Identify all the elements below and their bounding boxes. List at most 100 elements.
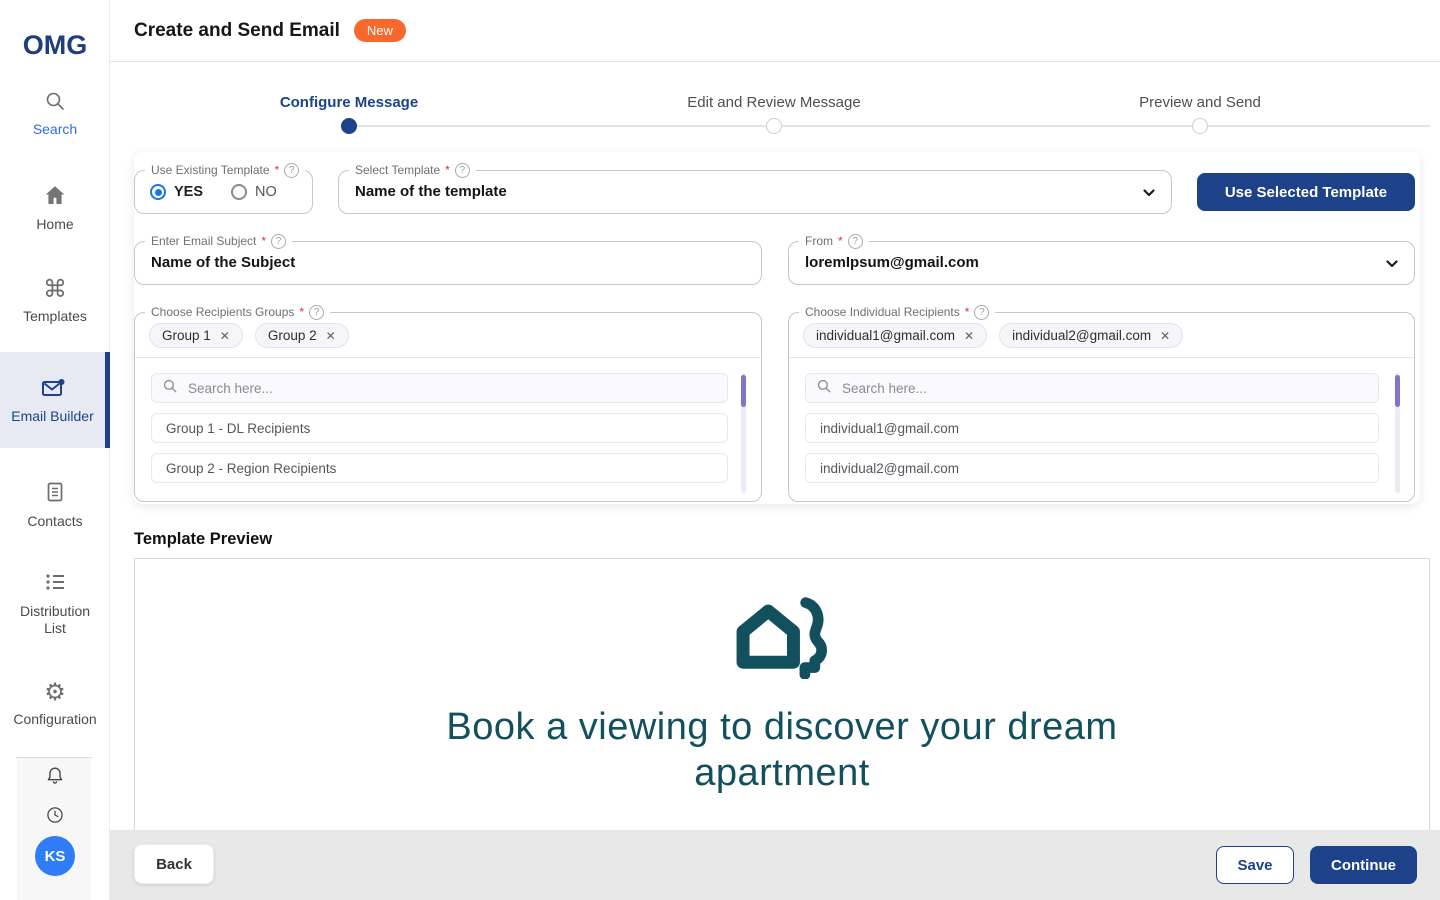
search-icon <box>162 378 178 399</box>
groups-scrollbar-thumb[interactable] <box>741 375 746 407</box>
help-icon[interactable]: ? <box>974 305 989 320</box>
sidebar-item-search[interactable]: Search <box>0 90 110 138</box>
footer-bar: Back Save Continue <box>110 830 1440 900</box>
selected-individuals-chips: individual1@gmail.com ✕ individual2@gmai… <box>803 323 1183 348</box>
configure-message-card: Use Existing Template * ? YES NO Select … <box>134 152 1420 504</box>
required-asterisk: * <box>838 233 843 250</box>
sidebar-item-templates[interactable]: ⌘ Templates <box>0 278 110 325</box>
email-icon <box>40 376 66 403</box>
save-button[interactable]: Save <box>1216 846 1294 884</box>
field-label-text: Enter Email Subject <box>151 233 256 250</box>
close-icon[interactable]: ✕ <box>1160 329 1170 343</box>
contacts-icon <box>43 480 67 507</box>
field-label: Choose Individual Recipients * ? <box>799 304 995 321</box>
chevron-down-icon[interactable] <box>1384 256 1400 277</box>
history-button[interactable] <box>0 805 110 830</box>
groups-search-input[interactable] <box>186 380 717 397</box>
sidebar-item-configuration[interactable]: ⚙ Configuration <box>0 681 110 728</box>
required-asterisk: * <box>299 304 304 321</box>
recipients-groups-panel: Choose Recipients Groups * ? Group 1 ✕ G… <box>134 312 762 502</box>
step-edit-review[interactable]: Edit and Review Message <box>687 94 860 111</box>
stepper-line <box>349 125 1430 127</box>
field-label-text: Use Existing Template <box>151 162 270 179</box>
close-icon[interactable]: ✕ <box>964 329 974 343</box>
groups-scrollbar[interactable] <box>741 373 746 493</box>
group-option-1[interactable]: Group 1 - DL Recipients <box>151 413 728 443</box>
avatar[interactable]: KS <box>35 836 75 876</box>
chip-group-1[interactable]: Group 1 ✕ <box>149 323 243 348</box>
individuals-scrollbar[interactable] <box>1395 373 1400 493</box>
radio-yes-label: YES <box>174 184 203 200</box>
use-existing-template-field: Use Existing Template * ? YES NO <box>134 170 313 214</box>
sidebar-item-label: Email Builder <box>8 408 98 425</box>
field-label: Use Existing Template * ? <box>145 162 305 179</box>
step-configure-message[interactable]: Configure Message <box>280 94 418 111</box>
chip-label: individual2@gmail.com <box>1012 328 1151 343</box>
step-dot-edit-review[interactable] <box>766 118 782 134</box>
step-dot-preview-send[interactable] <box>1192 118 1208 134</box>
sidebar-item-label: Templates <box>10 308 100 325</box>
individual-option-2[interactable]: individual2@gmail.com <box>805 453 1379 483</box>
panel-divider <box>789 357 1414 358</box>
field-label-text: Choose Individual Recipients <box>805 304 960 321</box>
back-button[interactable]: Back <box>134 844 214 884</box>
sidebar-item-label: Search <box>10 121 100 138</box>
sidebar-item-distribution-list[interactable]: Distribution List <box>0 570 110 637</box>
field-label-text: Select Template <box>355 162 440 179</box>
clock-icon <box>45 805 65 830</box>
group-option-2[interactable]: Group 2 - Region Recipients <box>151 453 728 483</box>
chip-individual-2[interactable]: individual2@gmail.com ✕ <box>999 323 1183 348</box>
radio-no-circle[interactable] <box>231 184 247 200</box>
template-preview: Book a viewing to discover your dream ap… <box>134 558 1430 833</box>
individual-recipients-panel: Choose Individual Recipients * ? individ… <box>788 312 1415 502</box>
individuals-search-input[interactable] <box>840 380 1368 397</box>
sidebar-item-label: Configuration <box>10 711 100 728</box>
individual-option-1[interactable]: individual1@gmail.com <box>805 413 1379 443</box>
groups-search[interactable] <box>151 373 728 403</box>
sidebar: OMG Search Home ⌘ Templates Email Builde… <box>0 0 110 900</box>
sidebar-item-label: Contacts <box>10 513 100 530</box>
radio-yes-circle[interactable] <box>150 184 166 200</box>
radio-no[interactable]: NO <box>231 184 277 200</box>
from-dropdown[interactable]: From * ? loremIpsum@gmail.com <box>788 241 1415 285</box>
chip-group-2[interactable]: Group 2 ✕ <box>255 323 349 348</box>
sidebar-item-home[interactable]: Home <box>0 183 110 233</box>
template-preview-heading: Template Preview <box>134 530 272 549</box>
select-template-dropdown[interactable]: Select Template * ? Name of the template <box>338 170 1172 214</box>
chip-label: Group 1 <box>162 328 211 343</box>
help-icon[interactable]: ? <box>848 234 863 249</box>
template-logo-icon <box>732 595 832 679</box>
step-preview-send[interactable]: Preview and Send <box>1139 94 1261 111</box>
help-icon[interactable]: ? <box>271 234 286 249</box>
required-asterisk: * <box>965 304 970 321</box>
bell-icon <box>44 765 66 792</box>
close-icon[interactable]: ✕ <box>220 329 230 343</box>
command-icon: ⌘ <box>43 278 67 302</box>
home-icon <box>43 183 67 210</box>
individuals-search[interactable] <box>805 373 1379 403</box>
help-icon[interactable]: ? <box>284 163 299 178</box>
continue-button[interactable]: Continue <box>1310 846 1417 884</box>
list-icon <box>43 570 67 597</box>
help-icon[interactable]: ? <box>309 305 324 320</box>
stepper: Configure Message Edit and Review Messag… <box>110 62 1440 152</box>
sidebar-item-contacts[interactable]: Contacts <box>0 480 110 530</box>
radio-yes[interactable]: YES <box>150 184 203 200</box>
chevron-down-icon[interactable] <box>1141 185 1157 206</box>
chip-individual-1[interactable]: individual1@gmail.com ✕ <box>803 323 987 348</box>
page-title: Create and Send Email <box>134 20 340 42</box>
email-subject-field[interactable]: Enter Email Subject * ? Name of the Subj… <box>134 241 762 285</box>
selected-groups-chips: Group 1 ✕ Group 2 ✕ <box>149 323 349 348</box>
required-asterisk: * <box>275 162 280 179</box>
notifications-button[interactable] <box>0 765 110 792</box>
step-dot-configure[interactable] <box>341 118 357 134</box>
sidebar-item-email-builder[interactable]: Email Builder <box>0 352 110 448</box>
help-icon[interactable]: ? <box>455 163 470 178</box>
required-asterisk: * <box>445 162 450 179</box>
use-selected-template-button[interactable]: Use Selected Template <box>1197 173 1415 211</box>
from-value: loremIpsum@gmail.com <box>789 242 1414 271</box>
close-icon[interactable]: ✕ <box>326 329 336 343</box>
field-label-text: Choose Recipients Groups <box>151 304 294 321</box>
individuals-scrollbar-thumb[interactable] <box>1395 375 1400 407</box>
new-badge: New <box>354 19 406 42</box>
